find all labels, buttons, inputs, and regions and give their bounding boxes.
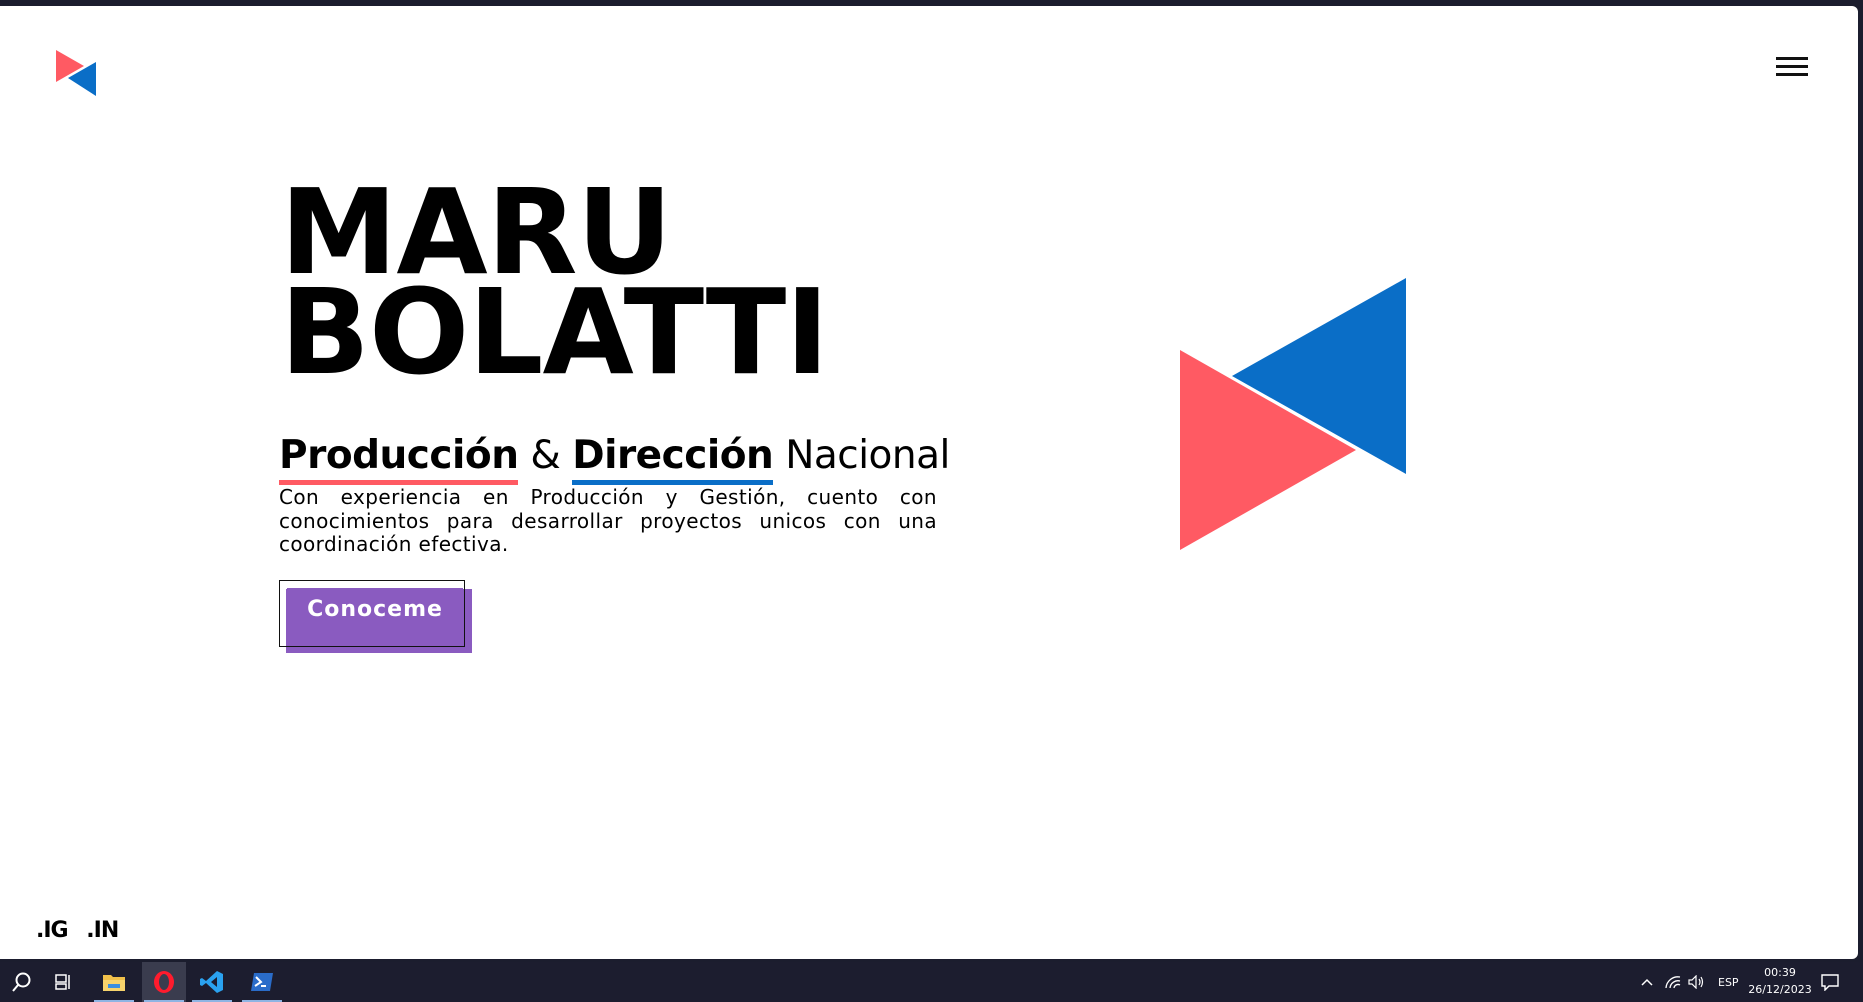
volume-icon[interactable] <box>1688 962 1706 1002</box>
site-logo-icon[interactable] <box>54 46 98 98</box>
hero-name-line2: BOLATTI <box>280 263 829 401</box>
subtitle-direccion: Dirección <box>572 432 774 485</box>
clock-date: 26/12/2023 <box>1748 983 1812 996</box>
hero-name: MARU BOLATTI <box>280 173 829 401</box>
subtitle-nacional: Nacional <box>785 433 950 478</box>
windows-taskbar: ESP 00:39 26/12/2023 <box>0 962 1863 1002</box>
hamburger-menu-icon[interactable] <box>1776 54 1808 80</box>
clock-time: 00:39 <box>1764 966 1796 979</box>
social-links: .IG .IN <box>36 918 130 943</box>
language-indicator[interactable]: ESP <box>1718 962 1739 1002</box>
opera-icon[interactable] <box>142 962 186 1002</box>
subtitle-ampersand: & <box>530 433 561 478</box>
hero-logo-illustration <box>1180 278 1406 550</box>
task-view-icon[interactable] <box>42 962 86 1002</box>
powershell-icon[interactable] <box>240 962 284 1002</box>
linkedin-link[interactable]: .IN <box>86 918 119 943</box>
search-icon[interactable] <box>0 962 44 1002</box>
subtitle-produccion: Producción <box>279 432 519 485</box>
notifications-icon[interactable] <box>1820 962 1840 1002</box>
browser-viewport: MARU BOLATTI Producción & Dirección Naci… <box>0 6 1858 959</box>
file-explorer-icon[interactable] <box>92 962 136 1002</box>
show-hidden-icons-icon[interactable] <box>1640 962 1654 1002</box>
hero-description: Con experiencia en Producción y Gestión,… <box>279 485 937 556</box>
instagram-link[interactable]: .IG <box>36 918 69 943</box>
hero-subtitle: Producción & Dirección Nacional <box>279 432 950 485</box>
cta-container: Conoceme <box>279 580 473 654</box>
network-icon[interactable] <box>1664 962 1682 1002</box>
taskbar-clock[interactable]: 00:39 26/12/2023 <box>1740 964 1820 998</box>
vscode-icon[interactable] <box>190 962 234 1002</box>
conoceme-button[interactable]: Conoceme <box>287 588 463 644</box>
